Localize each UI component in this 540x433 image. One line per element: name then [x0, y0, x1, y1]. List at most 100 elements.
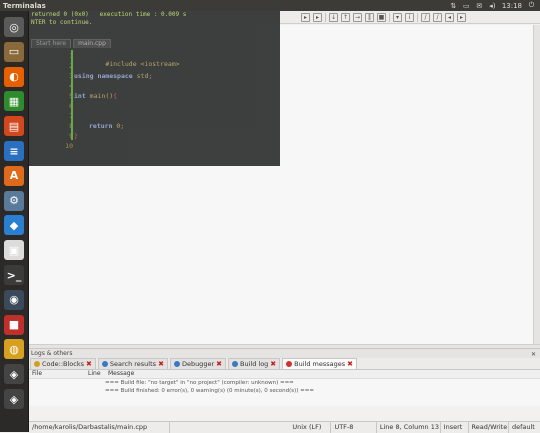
- terminal-window[interactable]: returned 0 (0x0) execution time : 0.009 …: [29, 11, 280, 166]
- log-tab[interactable]: Build messages ✖: [282, 358, 358, 369]
- log-tab-label: Search results: [109, 360, 157, 368]
- close-icon[interactable]: ✖: [86, 360, 92, 368]
- mail-icon[interactable]: ✉: [476, 2, 483, 10]
- tab-icon: [34, 361, 40, 367]
- terminal-icon[interactable]: >_: [4, 265, 24, 285]
- comment-icon[interactable]: /: [421, 12, 430, 22]
- toolbar-separator: [417, 12, 418, 22]
- launcher-glyph: ◈: [9, 367, 19, 381]
- software-center-icon[interactable]: A: [4, 165, 24, 186]
- prev-bookmark-icon[interactable]: ◂: [445, 12, 454, 22]
- launcher-glyph: ▭: [8, 45, 20, 59]
- log-tab-label: Build messages: [294, 360, 346, 368]
- tab-start-here[interactable]: Start here: [31, 39, 72, 48]
- toolbar-separator: [325, 12, 326, 22]
- toolbar-separator: [389, 12, 390, 22]
- column-line[interactable]: Line: [88, 370, 108, 378]
- calc-icon[interactable]: ▦: [4, 91, 24, 112]
- top-panel: Terminalas ⇅ ▭ ✉ ◂) 13:18 ⏻: [0, 0, 540, 11]
- keyword: return: [89, 122, 113, 130]
- launcher-glyph: ◉: [9, 293, 19, 307]
- debug-windows-icon[interactable]: ▾: [393, 12, 402, 22]
- launcher-glyph: ▤: [8, 119, 20, 133]
- editor-vertical-scrollbar[interactable]: [533, 25, 540, 345]
- launcher-glyph: ⚙: [9, 194, 19, 208]
- step-into-icon[interactable]: ↓: [329, 12, 338, 22]
- code-text: main(): [85, 92, 114, 100]
- close-icon[interactable]: ✖: [158, 360, 164, 368]
- unity2-icon[interactable]: ◈: [4, 389, 24, 409]
- log-tab[interactable]: Search results ✖: [97, 358, 168, 369]
- terminal-line: returned 0 (0x0) execution time : 0.009 …: [31, 11, 187, 18]
- close-icon[interactable]: ✖: [216, 360, 222, 368]
- settings-icon[interactable]: ⚙: [4, 190, 24, 211]
- codeblocks-icon[interactable]: ▣: [4, 240, 24, 261]
- launcher-glyph: >_: [6, 268, 22, 282]
- log-row[interactable]: === Build finished: 0 error(s), 0 warnin…: [29, 387, 540, 395]
- log-tabs: Code::Blocks ✖ Search results ✖ Debugger ✖ Bui…: [29, 358, 540, 370]
- keyword: int: [74, 92, 86, 100]
- launcher-glyph: ■: [8, 318, 20, 332]
- column-message[interactable]: Message: [108, 370, 134, 378]
- sort-icon[interactable]: ⇅: [450, 2, 457, 10]
- next-icon[interactable]: →: [353, 12, 362, 22]
- next-bookmark-icon[interactable]: ▸: [457, 12, 466, 22]
- files-icon[interactable]: ▭: [4, 41, 24, 62]
- writer-icon[interactable]: ≡: [4, 141, 24, 161]
- launcher-glyph: A: [9, 169, 19, 183]
- line-number: 6: [49, 102, 73, 110]
- info-icon[interactable]: i: [405, 12, 414, 22]
- close-icon[interactable]: ✕: [531, 350, 536, 359]
- chrome-icon[interactable]: ◍: [4, 339, 24, 360]
- status-eol: Unix (LF): [289, 422, 332, 433]
- tab-main-cpp[interactable]: main.cpp: [73, 39, 111, 48]
- log-rows: === Build file: "no target" in "no proje…: [29, 379, 540, 395]
- status-bar: /home/karolis/Darbastalis/main.cpp Unix …: [29, 421, 540, 433]
- logs-header: Logs & others ✕: [29, 349, 540, 358]
- run-icon[interactable]: ▸: [301, 12, 310, 22]
- power-icon[interactable]: ⏻: [528, 1, 535, 9]
- keyword: using namespace: [74, 72, 133, 80]
- clock[interactable]: 13:18: [502, 2, 522, 10]
- line-number: 10: [65, 142, 73, 150]
- close-icon[interactable]: ✖: [347, 360, 353, 368]
- ide-window: ▸ ▸ ↓ ↑ → ‖ ■ ▾ i / / ◂ ▸ returned 0 (0x…: [29, 11, 540, 433]
- toolbar: ▸ ▸ ↓ ↑ → ‖ ■ ▾ i / / ◂ ▸: [279, 11, 540, 24]
- volume-icon[interactable]: ◂): [489, 2, 496, 10]
- tab-icon: [286, 361, 293, 367]
- dash-home-icon[interactable]: ◎: [4, 17, 24, 37]
- line-number: 4: [49, 82, 73, 90]
- steam-icon[interactable]: ◉: [4, 289, 24, 310]
- step-out-icon[interactable]: ↑: [341, 12, 350, 22]
- line-number: 1: [49, 52, 73, 60]
- uncomment-icon[interactable]: /: [433, 12, 442, 22]
- unity-icon[interactable]: ◈: [4, 364, 24, 385]
- close-icon[interactable]: ✖: [270, 360, 276, 368]
- window-title: Terminalas: [3, 1, 46, 10]
- break-icon[interactable]: ‖: [365, 12, 374, 22]
- log-tab[interactable]: Build log ✖: [228, 358, 281, 369]
- stop-icon[interactable]: ■: [377, 12, 386, 22]
- launcher-glyph: ≡: [9, 144, 19, 158]
- color-app-icon[interactable]: ■: [4, 314, 24, 335]
- impress-icon[interactable]: ▤: [4, 116, 24, 137]
- code-line-5: int main(){: [74, 92, 117, 100]
- log-tab[interactable]: Debugger ✖: [169, 358, 226, 369]
- firefox-icon[interactable]: ◐: [4, 66, 24, 87]
- line-gutter: 1 2 3 4 5 6 7 8 9 10: [29, 50, 73, 166]
- code-view[interactable]: 1 2 3 4 5 6 7 8 9 10 #include <iostream> using na…: [29, 50, 280, 166]
- code-line-9: }: [74, 132, 78, 140]
- status-position: Line 8, Column 13: [377, 422, 441, 433]
- amazon-icon[interactable]: ◆: [4, 215, 24, 236]
- keyboard-icon[interactable]: ▭: [463, 2, 470, 10]
- log-row[interactable]: === Build file: "no target" in "no proje…: [29, 379, 540, 387]
- status-access: Read/Write: [469, 422, 509, 433]
- column-file[interactable]: File: [29, 370, 88, 378]
- step-icon[interactable]: ▸: [313, 12, 322, 22]
- log-message: === Build finished: 0 error(s), 0 warnin…: [105, 388, 315, 394]
- line-number: 2: [49, 62, 73, 70]
- launcher-glyph: ◈: [9, 392, 19, 406]
- log-tab[interactable]: Code::Blocks ✖: [30, 358, 96, 369]
- log-tab-label: Debugger: [181, 360, 215, 368]
